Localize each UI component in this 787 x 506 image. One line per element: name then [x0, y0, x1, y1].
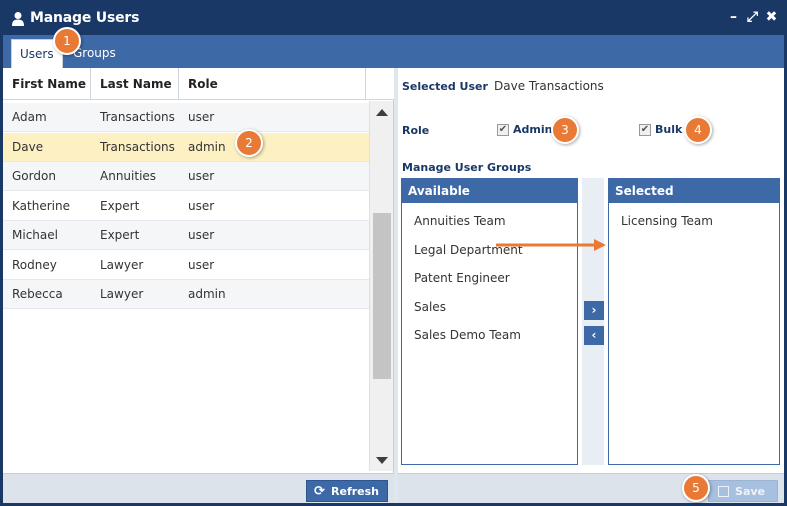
role-cell: user: [188, 169, 215, 183]
table-row[interactable]: Michael Expert user: [3, 221, 369, 250]
admin-check-icon[interactable]: ✔: [497, 123, 509, 136]
move-left-button[interactable]: ‹: [584, 326, 604, 345]
table-row[interactable]: Katherine Expert user: [3, 192, 369, 221]
last-name-cell: Lawyer: [100, 287, 144, 301]
role-cell: user: [188, 228, 215, 242]
bulk-label: Bulk: [655, 123, 683, 136]
first-name-cell: Dave: [12, 139, 44, 154]
window-title: Manage Users: [30, 10, 140, 26]
available-group-item[interactable]: Sales Demo Team: [402, 321, 577, 350]
close-icon[interactable]: ✖: [765, 9, 778, 25]
last-name-cell: Lawyer: [100, 257, 144, 272]
callout-2: 2: [235, 129, 263, 157]
column-spacer: [366, 68, 394, 99]
selected-user-value: Dave Transactions: [494, 79, 604, 93]
callout-5: 5: [682, 474, 710, 502]
save-label: Save: [735, 485, 765, 498]
bulk-checkbox[interactable]: ✔ Bulk: [639, 123, 682, 136]
scroll-down-icon[interactable]: [376, 457, 388, 464]
table-row[interactable]: Adam Transactions user: [3, 103, 369, 132]
scroll-thumb[interactable]: [373, 213, 391, 379]
first-name-cell: Rebecca: [12, 287, 63, 301]
move-right-button[interactable]: ›: [584, 301, 604, 320]
available-header: Available: [402, 179, 577, 203]
last-name-cell: Annuities: [100, 169, 157, 183]
role-cell: user: [188, 198, 215, 213]
first-name-cell: Katherine: [12, 198, 70, 213]
save-icon: [718, 486, 730, 497]
save-button[interactable]: Save: [708, 480, 778, 502]
manage-user-groups-label: Manage User Groups: [402, 161, 532, 174]
users-grid: Adam Transactions user Dave Transactions admi…: [3, 101, 369, 471]
user-detail-pane: Selected User Dave Transactions Role ✔ A…: [398, 68, 784, 503]
first-name-cell: Michael: [12, 228, 58, 242]
available-group-item[interactable]: Annuities Team: [402, 207, 577, 236]
role-label: Role: [402, 124, 430, 137]
selected-header: Selected: [609, 179, 779, 203]
role-cell: user: [188, 110, 215, 124]
bulk-check-icon[interactable]: ✔: [639, 123, 651, 136]
title-bar: Manage Users – ⤢ ✖: [3, 3, 784, 35]
users-footer: ⟳ Refresh: [3, 473, 394, 503]
group-mover: › ‹: [582, 178, 604, 465]
callout-1: 1: [53, 27, 81, 55]
role-cell: user: [188, 257, 215, 272]
first-name-cell: Rodney: [12, 257, 57, 272]
user-icon: [12, 12, 24, 26]
callout-4: 4: [684, 116, 712, 144]
callout-3: 3: [551, 116, 579, 144]
table-row[interactable]: Gordon Annuities user: [3, 162, 369, 191]
last-name-cell: Expert: [100, 228, 140, 242]
selected-groups-list: Selected Licensing Team: [608, 178, 780, 465]
first-name-cell: Adam: [12, 110, 47, 124]
refresh-icon: ⟳: [314, 484, 325, 499]
available-groups-list: Available Annuities Team Legal Department…: [401, 178, 578, 465]
minimize-icon[interactable]: –: [727, 9, 740, 25]
selected-user-label: Selected User: [402, 80, 488, 93]
table-row[interactable]: Rodney Lawyer user: [3, 251, 369, 280]
first-name-cell: Gordon: [12, 169, 56, 183]
last-name-cell: Transactions: [100, 110, 175, 124]
detail-footer: Save: [398, 473, 784, 503]
maximize-icon[interactable]: ⤢: [746, 9, 759, 25]
admin-label: Admin: [513, 123, 553, 136]
selected-group-item[interactable]: Licensing Team: [609, 207, 779, 236]
available-group-item[interactable]: Patent Engineer: [402, 264, 577, 293]
column-role[interactable]: Role: [179, 68, 366, 99]
table-row[interactable]: Dave Transactions admin: [3, 132, 369, 162]
last-name-cell: Expert: [100, 198, 140, 213]
table-row[interactable]: Rebecca Lawyer admin: [3, 280, 369, 309]
refresh-button[interactable]: ⟳ Refresh: [306, 480, 388, 502]
window-controls: – ⤢ ✖: [727, 9, 778, 25]
grid-scrollbar[interactable]: [369, 101, 393, 471]
column-first-name[interactable]: First Name: [3, 68, 91, 99]
admin-checkbox[interactable]: ✔ Admin: [497, 123, 552, 136]
scroll-up-icon[interactable]: [376, 109, 388, 116]
tab-strip: Users Groups: [3, 35, 784, 68]
column-last-name[interactable]: Last Name: [91, 68, 179, 99]
refresh-label: Refresh: [331, 485, 379, 498]
grid-header: First Name Last Name Role: [3, 68, 394, 100]
arrow-annotation: [496, 239, 606, 251]
available-group-item[interactable]: Sales: [402, 293, 577, 322]
last-name-cell: Transactions: [100, 139, 175, 154]
manage-users-window: Manage Users – ⤢ ✖ Users Groups First Na…: [0, 0, 787, 506]
role-cell: admin: [188, 287, 226, 301]
users-pane: First Name Last Name Role Adam Transactio…: [3, 68, 394, 503]
